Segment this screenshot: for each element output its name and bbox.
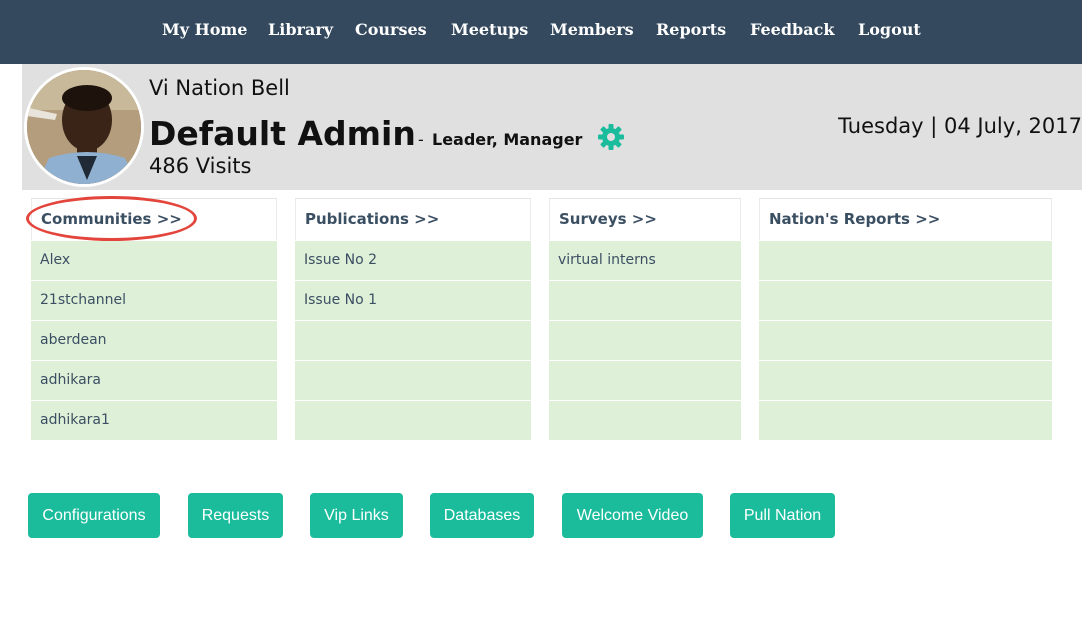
visit-count: 486 Visits bbox=[149, 154, 252, 178]
databases-button[interactable]: Databases bbox=[430, 493, 534, 538]
empty-row bbox=[295, 360, 531, 400]
avatar bbox=[24, 67, 144, 187]
empty-row bbox=[549, 320, 741, 360]
empty-row bbox=[549, 400, 741, 440]
nation-name: Vi Nation Bell bbox=[149, 76, 290, 100]
nav-logout[interactable]: Logout bbox=[858, 20, 921, 39]
nation-reports-panel: Nation's Reports >> bbox=[759, 198, 1052, 440]
pull-nation-button[interactable]: Pull Nation bbox=[730, 493, 835, 538]
empty-row bbox=[295, 400, 531, 440]
empty-row bbox=[759, 280, 1052, 320]
nation-reports-header-link[interactable]: Nation's Reports >> bbox=[759, 198, 1052, 240]
survey-item[interactable]: virtual interns bbox=[549, 240, 741, 280]
surveys-panel: Surveys >> virtual interns bbox=[549, 198, 741, 440]
surveys-header-link[interactable]: Surveys >> bbox=[549, 198, 741, 240]
top-navigation-bar: My Home Library Courses Meetups Members … bbox=[0, 0, 1082, 64]
empty-row bbox=[549, 360, 741, 400]
nav-reports[interactable]: Reports bbox=[656, 20, 726, 39]
community-item[interactable]: 21stchannel bbox=[31, 280, 277, 320]
user-name: Default Admin bbox=[149, 114, 416, 153]
community-item[interactable]: adhikara bbox=[31, 360, 277, 400]
configurations-button[interactable]: Configurations bbox=[28, 493, 160, 538]
empty-row bbox=[549, 280, 741, 320]
empty-row bbox=[295, 320, 531, 360]
communities-header-link[interactable]: Communities >> bbox=[31, 198, 277, 240]
publications-header-link[interactable]: Publications >> bbox=[295, 198, 531, 240]
publication-item[interactable]: Issue No 1 bbox=[295, 280, 531, 320]
empty-row bbox=[759, 240, 1052, 280]
nav-courses[interactable]: Courses bbox=[355, 20, 427, 39]
nav-feedback[interactable]: Feedback bbox=[750, 20, 834, 39]
empty-row bbox=[759, 360, 1052, 400]
community-item[interactable]: Alex bbox=[31, 240, 277, 280]
communities-panel: Communities >> Alex 21stchannel aberdean… bbox=[31, 198, 277, 440]
nav-library[interactable]: Library bbox=[268, 20, 333, 39]
empty-row bbox=[759, 320, 1052, 360]
user-role: Leader, Manager bbox=[432, 130, 583, 149]
community-item[interactable]: aberdean bbox=[31, 320, 277, 360]
community-item[interactable]: adhikara1 bbox=[31, 400, 277, 440]
nav-my-home[interactable]: My Home bbox=[162, 20, 247, 39]
gear-icon[interactable] bbox=[596, 122, 626, 152]
role-separator: - bbox=[418, 130, 424, 149]
nav-members[interactable]: Members bbox=[550, 20, 634, 39]
publications-panel: Publications >> Issue No 2 Issue No 1 bbox=[295, 198, 531, 440]
requests-button[interactable]: Requests bbox=[188, 493, 283, 538]
publication-item[interactable]: Issue No 2 bbox=[295, 240, 531, 280]
welcome-video-button[interactable]: Welcome Video bbox=[562, 493, 703, 538]
nav-meetups[interactable]: Meetups bbox=[451, 20, 528, 39]
profile-header: Vi Nation Bell Default Admin - Leader, M… bbox=[22, 64, 1082, 190]
empty-row bbox=[759, 400, 1052, 440]
vip-links-button[interactable]: Vip Links bbox=[310, 493, 403, 538]
current-date: Tuesday | 04 July, 2017 bbox=[838, 114, 1082, 138]
